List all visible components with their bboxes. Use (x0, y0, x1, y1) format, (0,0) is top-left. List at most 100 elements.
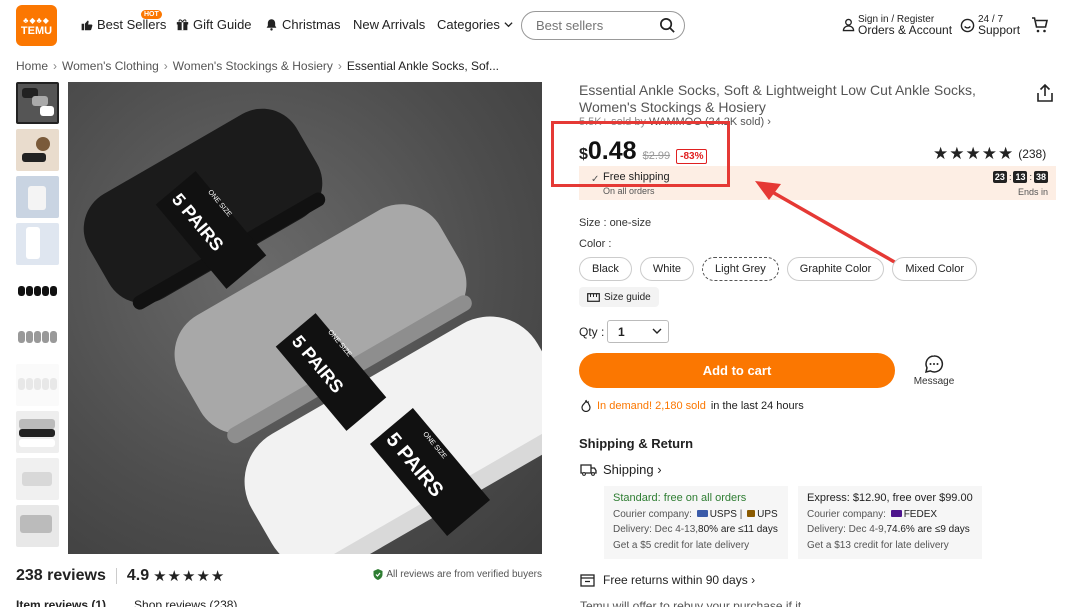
reviews-summary: 238 reviews 4.9 ★★★★★ All reviews are fr… (16, 566, 542, 586)
chevron-down-icon (652, 328, 662, 334)
free-returns-link[interactable]: Free returns within 90 days › (580, 573, 755, 587)
cart-icon[interactable] (1031, 16, 1049, 34)
nav-best-sellers[interactable]: Best Sellers (80, 17, 166, 32)
thumbnail-10[interactable] (16, 505, 59, 547)
thumbnail-list (16, 82, 59, 552)
size-label: Size : one-size (579, 217, 652, 229)
header: ♣◆♣◆ TEMU Best Sellers HOT Gift Guide Ch… (0, 0, 1080, 52)
courier-usps: USPS (709, 508, 737, 520)
thumbnail-7[interactable] (16, 364, 59, 406)
thumbnail-9[interactable] (16, 458, 59, 500)
rating-value: 4.9 (126, 567, 150, 584)
thumbnail-4[interactable] (16, 223, 59, 265)
delivery-dates: Delivery: Dec 4-13, (613, 524, 699, 535)
breadcrumb-current: Essential Ankle Socks, Sof... (346, 59, 499, 73)
demand-rest: in the last 24 hours (710, 399, 804, 412)
hot-badge: HOT (141, 10, 162, 19)
add-to-cart-button[interactable]: Add to cart (579, 353, 895, 388)
breadcrumb-separator: › (337, 59, 342, 73)
countdown-timer: 23: 13: 38 (992, 171, 1048, 183)
size-guide-label: Size guide (604, 291, 651, 303)
color-option-white[interactable]: White (639, 257, 695, 281)
main-product-image[interactable]: 5 PAIRS ONE SIZE 5 PAIRS ONE SIZE 5 PAIR… (68, 82, 542, 554)
thumbnail-8[interactable] (16, 411, 59, 453)
express-shipping-card: Express: $12.90, free over $99.00 Courie… (798, 486, 982, 559)
breadcrumb-stockings[interactable]: Women's Stockings & Hosiery (173, 59, 333, 73)
color-option-graphite[interactable]: Graphite Color (786, 257, 885, 281)
express-couriers: Courier company: FEDEX (807, 507, 973, 523)
color-option-black[interactable]: Black (579, 257, 632, 281)
qty-label: Qty : (579, 325, 605, 339)
size-guide-button[interactable]: Size guide (579, 287, 659, 307)
tab-item-reviews[interactable]: Item reviews (1) (16, 598, 106, 607)
standard-couriers: Courier company: USPS | UPS (613, 508, 778, 520)
support-menu[interactable]: 24 / 7 Support (960, 14, 1020, 36)
fire-icon (581, 399, 591, 412)
rebuy-note: Temu will offer to rebuy your purchase i… (580, 599, 815, 607)
shipping-section-title: Shipping & Return (579, 436, 694, 451)
user-icon (842, 18, 855, 32)
shipping-link-label: Shipping › (603, 462, 662, 477)
shield-check-icon (373, 569, 383, 580)
standard-shipping-card: Standard: free on all orders Courier com… (604, 486, 788, 559)
breadcrumb-womens-clothing[interactable]: Women's Clothing (62, 59, 159, 73)
color-option-mixed[interactable]: Mixed Color (892, 257, 978, 281)
thumbnail-5[interactable] (16, 270, 59, 312)
thumbnail-3[interactable] (16, 176, 59, 218)
color-option-light-grey[interactable]: Light Grey (702, 257, 779, 281)
search-input[interactable] (536, 18, 656, 33)
truck-icon (580, 463, 597, 476)
breadcrumb-home[interactable]: Home (16, 59, 48, 73)
nav-gift-guide[interactable]: Gift Guide (176, 17, 252, 32)
nav-label: Gift Guide (193, 17, 252, 32)
chat-icon (924, 355, 944, 374)
standard-delivery: Delivery: Dec 4-13,80% are ≤11 days (613, 522, 779, 538)
nav-new-arrivals[interactable]: New Arrivals (353, 17, 425, 32)
annotation-box (551, 121, 730, 187)
ups-logo-icon (747, 510, 756, 518)
nav-label: Christmas (282, 17, 341, 32)
account-menu[interactable]: Sign in / Register Orders & Account (842, 14, 952, 36)
search-icon[interactable] (659, 17, 676, 34)
tab-shop-reviews[interactable]: Shop reviews (238) (134, 598, 237, 607)
free-returns-label: Free returns within 90 days › (603, 573, 756, 587)
search-box[interactable] (521, 11, 685, 40)
nav-christmas[interactable]: Christmas (265, 17, 341, 32)
logo-mark: ♣◆♣◆ (23, 15, 50, 25)
nav-label: Categories (437, 17, 500, 32)
thumbnail-2[interactable] (16, 129, 59, 171)
thumbnail-6[interactable] (16, 317, 59, 359)
quantity-select[interactable]: 1 (607, 320, 669, 343)
return-box-icon (580, 573, 595, 587)
nav-label: New Arrivals (353, 17, 426, 32)
nav-categories[interactable]: Categories (437, 17, 513, 32)
shipping-link[interactable]: Shipping › (580, 462, 662, 477)
divider (115, 568, 117, 584)
courier-label: Courier company: (807, 508, 886, 520)
delivery-pct: 74.6% are ≤9 days (886, 524, 970, 535)
rating-stars: ★★★★★ (153, 568, 226, 585)
verified-note: All reviews are from verified buyers (373, 569, 542, 580)
support-line2: Support (978, 23, 1021, 37)
thumbs-up-icon (81, 20, 93, 31)
gift-icon (176, 19, 189, 31)
express-title: Express: $12.90, free over $99.00 (807, 492, 973, 504)
demand-highlight: In demand! 2,180 sold (597, 399, 706, 412)
share-icon[interactable] (1036, 83, 1054, 103)
product-title: Essential Ankle Socks, Soft & Lightweigh… (579, 82, 976, 115)
message-button[interactable]: Message (911, 354, 957, 387)
breadcrumb-separator: › (163, 59, 168, 73)
socks-illustration (83, 108, 542, 554)
breadcrumb: Home › Women's Clothing › Women's Stocki… (16, 59, 499, 73)
product-rating[interactable]: ★★★★★ (238) (933, 144, 1046, 164)
message-label: Message (913, 376, 955, 387)
delivery-dates: Delivery: Dec 4-9, (807, 524, 887, 535)
thumbnail-1[interactable] (16, 82, 59, 124)
rating-count: (238) (1018, 147, 1047, 161)
logo-text: TEMU (20, 24, 53, 37)
temu-logo[interactable]: ♣◆♣◆ TEMU (16, 5, 57, 46)
demand-note: In demand! 2,180 sold in the last 24 hou… (580, 399, 804, 412)
courier-fedex: FEDEX (903, 508, 938, 520)
chevron-down-icon (504, 22, 513, 28)
color-options: Black White Light Grey Graphite Color Mi… (579, 257, 978, 281)
